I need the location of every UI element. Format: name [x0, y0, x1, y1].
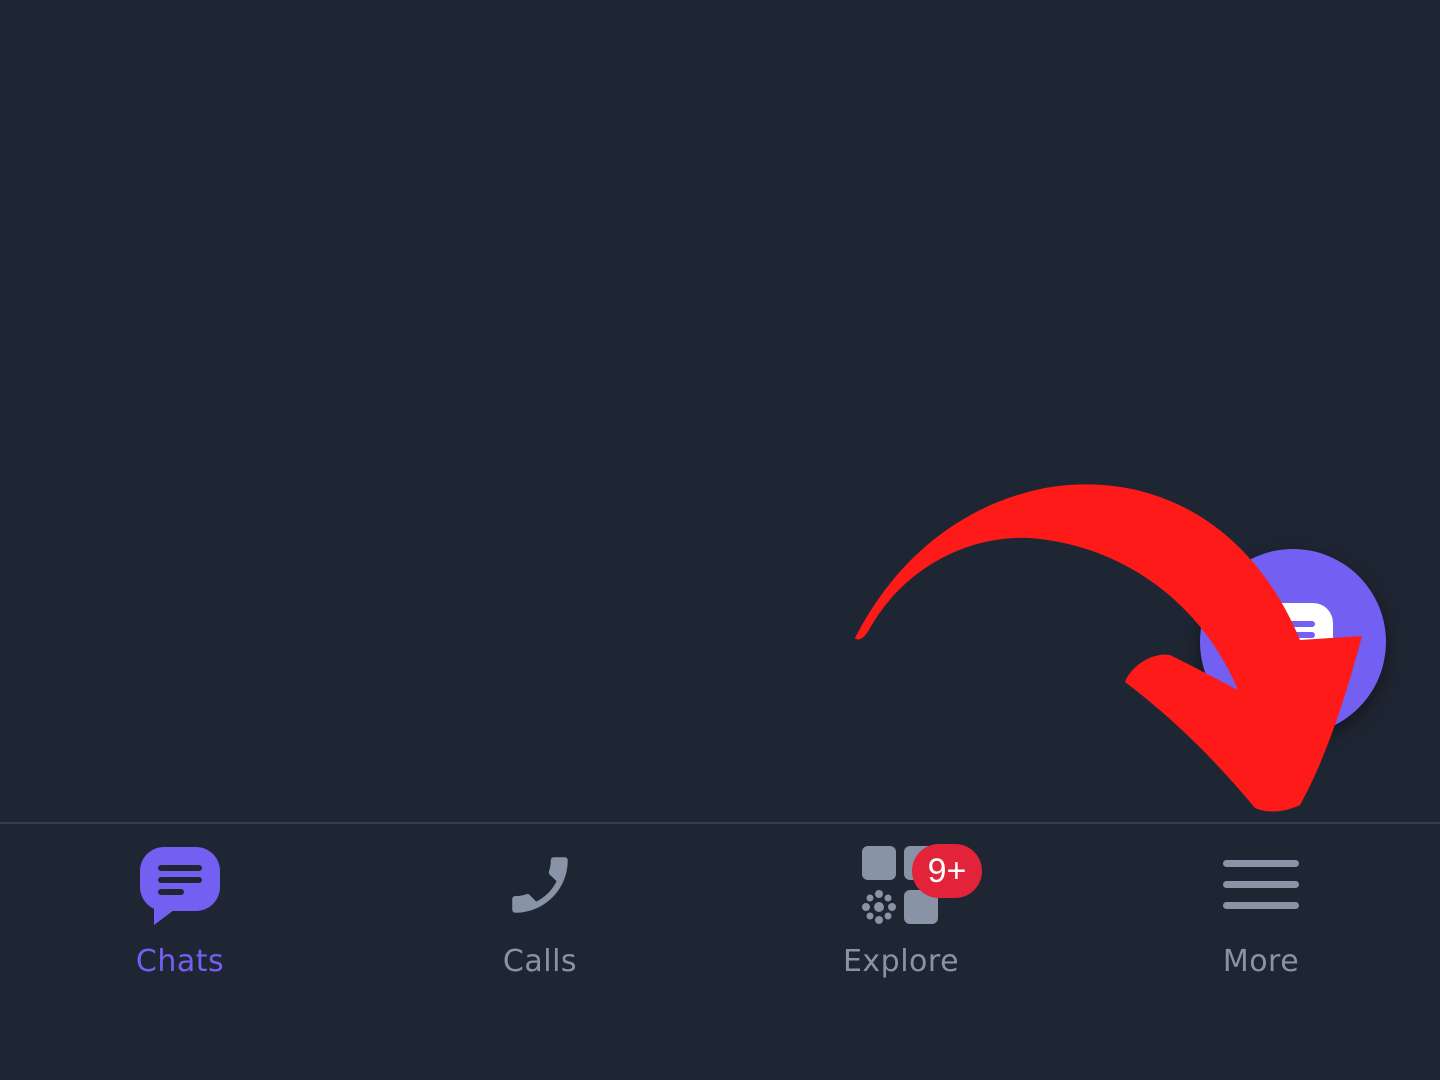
nav-label-chats: Chats: [135, 944, 225, 979]
nav-tab-explore[interactable]: 9+ Explore: [721, 840, 1081, 1010]
explore-notification-badge: 9+: [912, 844, 982, 898]
nav-label-explore: Explore: [842, 944, 960, 979]
nav-tab-more[interactable]: More: [1081, 840, 1440, 1010]
nav-tab-calls[interactable]: Calls: [360, 840, 720, 1010]
nav-tab-chats[interactable]: Chats: [0, 840, 360, 1010]
hamburger-menu-icon: [1196, 840, 1326, 930]
phone-icon: [475, 840, 605, 930]
nav-label-more: More: [1222, 944, 1300, 979]
chat-bubble-icon: [115, 840, 245, 930]
nav-label-calls: Calls: [502, 944, 578, 979]
new-chat-fab-button[interactable]: [1200, 549, 1386, 735]
bottom-navigation-bar: Chats Calls 9+ Explore More: [0, 822, 1440, 1080]
app-screen: Chats Calls 9+ Explore More: [0, 0, 1440, 1080]
compose-chat-icon: [1257, 603, 1333, 679]
